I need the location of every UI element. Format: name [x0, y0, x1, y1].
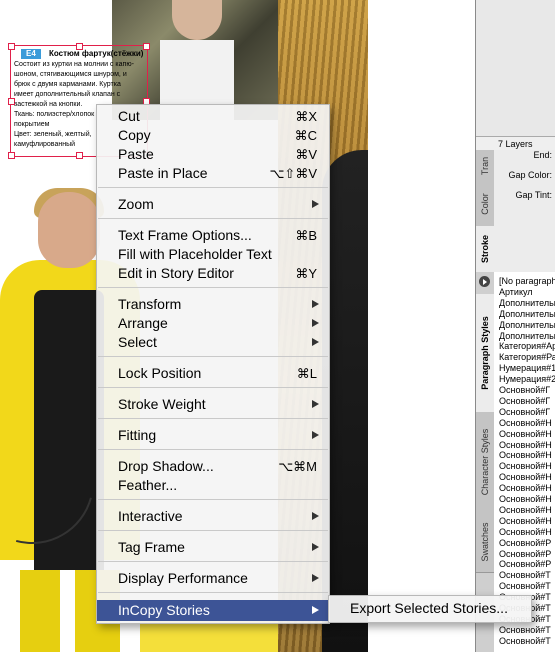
menu-item-drop-shadow[interactable]: Drop Shadow... ⌥⌘M — [97, 457, 329, 476]
menu-item-lock-position[interactable]: Lock Position ⌘L — [97, 364, 329, 383]
submenu-arrow-icon — [312, 200, 319, 208]
product-code-badge: E4 — [21, 49, 41, 59]
menu-item-export-selected-stories[interactable]: Export Selected Stories... — [329, 596, 531, 622]
stroke-end-label: End: — [533, 150, 552, 160]
menu-item-paste-in-place[interactable]: Paste in Place ⌥⇧⌘V — [97, 164, 329, 183]
frame-text-line: застежкой на кнопки. — [14, 101, 83, 108]
palette-menu-icon[interactable] — [479, 276, 490, 287]
tab-paragraph-styles[interactable]: Paragraph Styles — [476, 294, 494, 413]
frame-text-line: Ткань: полиэстер/хлопок — [14, 111, 95, 118]
stroke-gap-color-label: Gap Color: — [508, 170, 552, 180]
menu-separator — [98, 356, 328, 357]
frame-text-line: имеет дополнительный клапан с — [14, 91, 121, 98]
menu-item-feather[interactable]: Feather... — [97, 476, 329, 495]
frame-text-line: покрытием — [14, 121, 50, 128]
submenu-arrow-icon — [312, 400, 319, 408]
submenu-arrow-icon — [312, 512, 319, 520]
menu-separator — [98, 561, 328, 562]
submenu-arrow-icon — [312, 543, 319, 551]
menu-item-incopy-stories[interactable]: InCopy Stories — [97, 600, 329, 621]
frame-text-line: шоном, стягивающимся шнуром, и — [14, 71, 127, 78]
menu-item-tag-frame[interactable]: Tag Frame — [97, 538, 329, 557]
menu-item-zoom[interactable]: Zoom — [97, 195, 329, 214]
frame-handle[interactable] — [8, 152, 15, 159]
layers-list[interactable] — [476, 0, 555, 139]
menu-item-display-performance[interactable]: Display Performance — [97, 569, 329, 588]
menu-item-edit-in-story-editor[interactable]: Edit in Story Editor ⌘Y — [97, 264, 329, 283]
menu-item-copy[interactable]: Copy ⌘C — [97, 126, 329, 145]
stroke-gap-tint-label: Gap Tint: — [515, 190, 552, 200]
submenu-arrow-icon — [312, 574, 319, 582]
menu-separator — [98, 387, 328, 388]
menu-separator — [98, 187, 328, 188]
menu-separator — [98, 218, 328, 219]
tab-swatches[interactable]: Swatches — [476, 512, 494, 573]
menu-separator — [98, 449, 328, 450]
submenu-arrow-icon — [312, 338, 319, 346]
menu-separator — [98, 499, 328, 500]
menu-separator — [98, 287, 328, 288]
menu-item-transform[interactable]: Transform — [97, 295, 329, 314]
menu-item-arrange[interactable]: Arrange — [97, 314, 329, 333]
tab-stroke[interactable]: Stroke — [476, 226, 494, 273]
frame-text-line: брюк с двумя карманами. Куртка — [14, 81, 121, 88]
menu-item-paste[interactable]: Paste ⌘V — [97, 145, 329, 164]
product-title: Костюм фартук(стёжки) — [49, 49, 144, 58]
palette-panel: 7 Layers Tran Color Stroke End: Gap Colo… — [475, 0, 555, 652]
tab-transform[interactable]: Tran — [476, 150, 494, 183]
tab-character-styles[interactable]: Character Styles — [476, 412, 494, 513]
menu-item-cut[interactable]: Cut ⌘X — [97, 107, 329, 126]
frame-handle[interactable] — [8, 43, 15, 50]
menu-item-interactive[interactable]: Interactive — [97, 507, 329, 526]
frame-handle[interactable] — [143, 43, 150, 50]
submenu-arrow-icon — [312, 606, 319, 614]
submenu-arrow-icon — [312, 319, 319, 327]
layers-count: 7 Layers — [498, 139, 533, 149]
menu-item-select[interactable]: Select — [97, 333, 329, 352]
paragraph-style-item[interactable]: Основной#Т — [499, 635, 551, 647]
upper-palette-tabs: Tran Color Stroke — [476, 150, 495, 273]
menu-item-stroke-weight[interactable]: Stroke Weight — [97, 395, 329, 414]
incopy-submenu: Export Selected Stories... — [328, 595, 532, 623]
menu-separator — [98, 592, 328, 593]
menu-separator — [98, 530, 328, 531]
stroke-options: End: Gap Color: Gap Tint: — [494, 150, 555, 272]
menu-item-fill-placeholder-text[interactable]: Fill with Placeholder Text — [97, 245, 329, 264]
tab-color[interactable]: Color — [476, 182, 494, 227]
frame-text-line: Цвет: зеленый, желтый, — [14, 131, 92, 138]
menu-item-fitting[interactable]: Fitting — [97, 426, 329, 445]
frame-text-line: Состоит из куртки на молнии с капю- — [14, 61, 134, 68]
context-menu: Cut ⌘X Copy ⌘C Paste ⌘V Paste in Place ⌥⇧⌘V … — [96, 104, 330, 624]
menu-separator — [98, 418, 328, 419]
submenu-arrow-icon — [312, 431, 319, 439]
frame-handle[interactable] — [76, 152, 83, 159]
submenu-arrow-icon — [312, 300, 319, 308]
menu-item-text-frame-options[interactable]: Text Frame Options... ⌘B — [97, 226, 329, 245]
frame-text-line: камуфлированный — [14, 141, 76, 148]
